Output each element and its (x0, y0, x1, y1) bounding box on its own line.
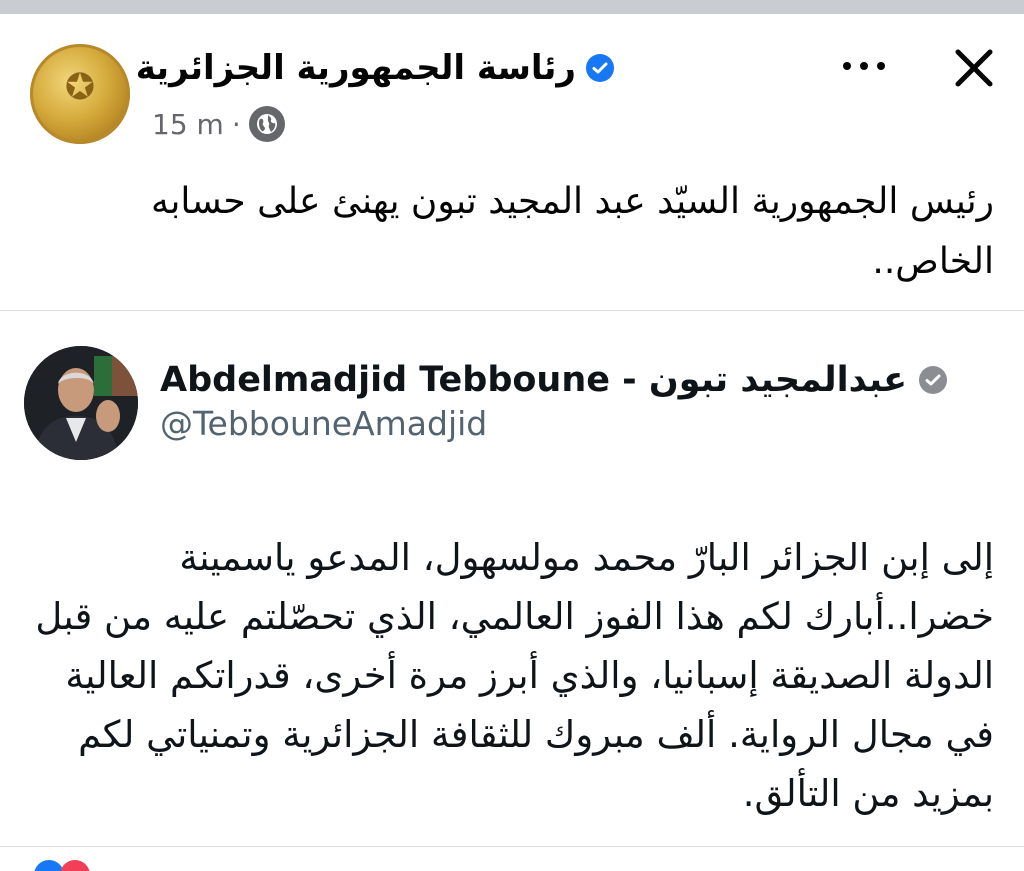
verified-badge-icon (586, 54, 614, 82)
tweet-author-row: Abdelmadjid Tebboune - عبدالمجيد تبون (160, 352, 948, 408)
top-edge-bar (0, 0, 1024, 14)
embed-divider (0, 310, 1024, 311)
post-meta: 15 m · (152, 104, 285, 144)
more-options-button[interactable] (828, 46, 900, 86)
close-icon (955, 49, 993, 87)
post-timestamp[interactable]: 15 m (152, 108, 224, 141)
tweet-author-handle[interactable]: @TebbouneAmadjid (160, 404, 487, 443)
page-name[interactable]: رئاسة الجمهورية الجزائرية (136, 48, 576, 88)
love-reaction-icon (60, 860, 90, 871)
verified-badge-icon (919, 366, 948, 394)
more-horizontal-icon (843, 62, 851, 70)
reaction-icons[interactable] (34, 860, 114, 871)
post-header-title: رئاسة الجمهورية الجزائرية (136, 40, 614, 96)
more-dot (877, 62, 885, 70)
tweet-author-avatar[interactable] (24, 346, 138, 460)
page-avatar[interactable]: ✪ (30, 44, 130, 144)
footer-divider (0, 846, 1024, 847)
globe-icon (248, 106, 285, 142)
close-button[interactable] (944, 40, 1004, 96)
like-reaction-icon (34, 860, 64, 871)
meta-separator: · (231, 107, 241, 141)
tweet-body-text: إلى إبن الجزائر البارّ محمد مولسهول، الم… (35, 536, 994, 815)
post-body-text: رئيس الجمهورية السيّد عبد المجيد تبون يه… (151, 181, 994, 282)
emblem-icon: ✪ (64, 67, 96, 108)
tweet-author-name[interactable]: Abdelmadjid Tebboune - عبدالمجيد تبون (160, 360, 907, 400)
top-edge-gap (0, 14, 1024, 16)
more-dot (860, 62, 868, 70)
